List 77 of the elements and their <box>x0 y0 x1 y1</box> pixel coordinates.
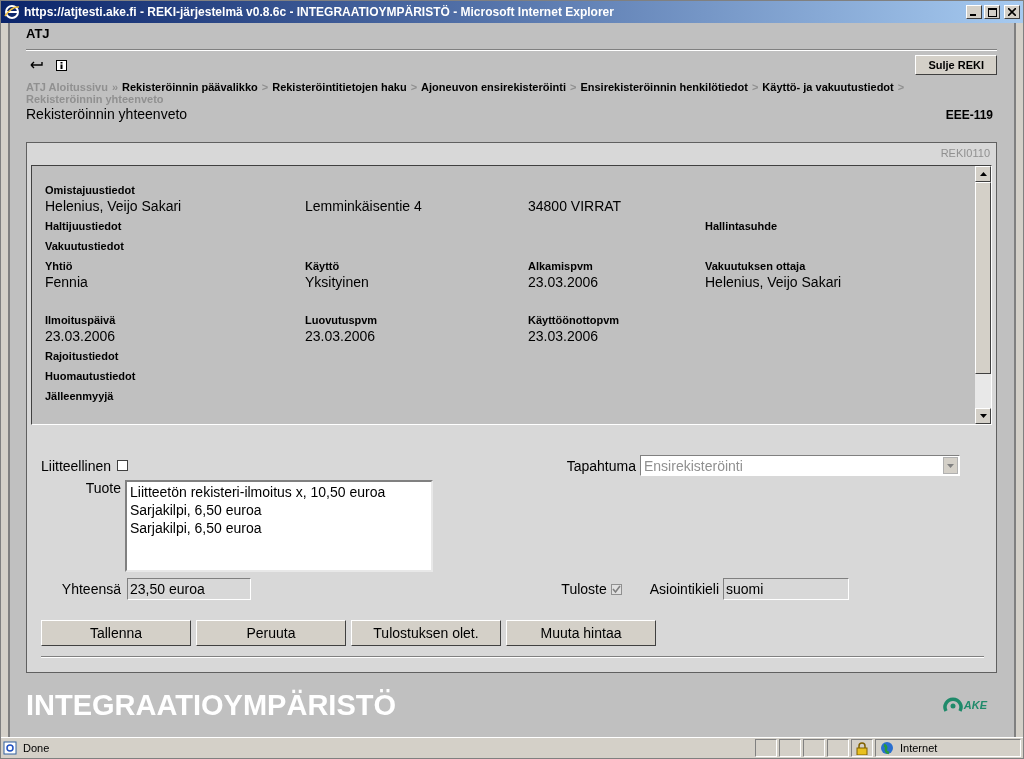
browser-icon <box>4 4 20 20</box>
zone-text: Internet <box>900 742 938 754</box>
section-label: Vakuutustiedot <box>45 240 124 252</box>
printout-label: Tuloste <box>561 581 607 597</box>
field-value: 23.03.2006 <box>528 328 599 344</box>
window-title: https://atjtesti.ake.fi - REKI-järjestelmä v0.8.6c - INTEGRAATIOYMPÄRISTÖ - Microsoft Internet Explorer <box>24 5 614 19</box>
section-label: Vakuutuksen ottaja <box>705 260 806 272</box>
product-label: Tuote <box>84 480 121 496</box>
section-label: Haltijuustiedot <box>45 220 122 232</box>
language-field: suomi <box>723 578 849 600</box>
field-value: 23.03.2006 <box>528 274 599 290</box>
breadcrumb-link[interactable]: Ajoneuvon ensirekisteröinti <box>421 81 566 93</box>
product-item[interactable]: Sarjakilpi, 6,50 euroa <box>130 519 428 537</box>
form-button[interactable]: Tallenna <box>41 620 191 646</box>
product-listbox[interactable]: Liitteetön rekisteri-ilmoitus x, 10,50 euroa Sarjakilpi, 6,50 euroa Sarjakilpi, 6,50 euroa <box>125 480 433 572</box>
language-label: Asiointikieli <box>649 581 719 597</box>
attachment-checkbox[interactable] <box>117 460 129 471</box>
info-icon[interactable] <box>56 59 67 71</box>
environment-title: INTEGRAATIOYMPÄRISTÖ <box>26 688 397 722</box>
section-label: Ilmoituspäivä <box>45 314 116 326</box>
breadcrumb-link[interactable]: Ensirekisteröinnin henkilötiedot <box>580 81 748 93</box>
event-label: Tapahtuma <box>566 457 636 474</box>
plate-number: EEE-119 <box>945 108 993 122</box>
field-value: 34800 VIRRAT <box>528 198 622 214</box>
field-value: Yksityinen <box>305 274 369 290</box>
section-label: Huomautustiedot <box>45 370 136 382</box>
maximize-icon <box>987 7 997 17</box>
product-item[interactable]: Sarjakilpi, 6,50 euroa <box>130 501 428 519</box>
lock-icon <box>856 741 868 755</box>
back-arrow-icon[interactable] <box>30 60 44 70</box>
logo-icon <box>942 696 963 714</box>
breadcrumb-link[interactable]: Käyttö- ja vakuutustiedot <box>762 81 894 93</box>
minimize-button[interactable] <box>966 5 982 19</box>
close-reki-button[interactable]: Sulje REKI <box>915 55 997 75</box>
breadcrumb-separator: > <box>897 81 905 93</box>
breadcrumb-separator: > <box>410 81 418 93</box>
status-text: Done <box>23 742 51 754</box>
field-value: Fennia <box>45 274 88 290</box>
product-item[interactable]: Liitteetön rekisteri-ilmoitus x, 10,50 euroa <box>130 483 428 501</box>
attachment-label: Liitteellinen <box>41 457 112 474</box>
total-label: Yhteensä <box>60 581 121 597</box>
section-label: Rajoitustiedot <box>45 350 119 362</box>
form-code: REKI0110 <box>940 147 990 159</box>
breadcrumb-separator: » <box>111 81 119 93</box>
app-label: ATJ <box>26 23 997 50</box>
section-label: Jälleenmyyjä <box>45 390 114 402</box>
form-button[interactable]: Muuta hintaa <box>506 620 656 646</box>
section-label: Käyttö <box>305 260 340 272</box>
page-icon <box>3 741 17 755</box>
section-label: Yhtiö <box>45 260 73 272</box>
field-value: 23.03.2006 <box>305 328 376 344</box>
section-label: Hallintasuhde <box>705 220 778 232</box>
up-arrow-icon[interactable] <box>979 172 987 176</box>
field-value: Helenius, Veijo Sakari <box>705 274 842 290</box>
close-button[interactable] <box>1004 5 1020 19</box>
breadcrumb-separator: > <box>751 81 759 93</box>
section-label: Luovutuspvm <box>305 314 378 326</box>
breadcrumb-link[interactable]: Rekisteröinnin päävalikko <box>122 81 258 93</box>
section-label: Käyttöönottopvm <box>528 314 620 326</box>
close-icon <box>1008 8 1016 16</box>
form-button[interactable]: Tulostuksen olet. <box>351 620 501 646</box>
field-value: Lemminkäisentie 4 <box>305 198 422 214</box>
breadcrumb-link[interactable]: Rekisteröintitietojen haku <box>272 81 407 93</box>
down-arrow-icon[interactable] <box>979 414 987 418</box>
total-field: 23,50 euroa <box>127 578 251 600</box>
breadcrumb-separator: > <box>261 81 269 93</box>
field-value: Helenius, Veijo Sakari <box>45 198 182 214</box>
scrollbar[interactable] <box>975 166 991 424</box>
section-label: Omistajuustiedot <box>45 184 135 196</box>
section-label: Alkamispvm <box>528 260 593 272</box>
form-button[interactable]: Peruuta <box>196 620 346 646</box>
globe-icon <box>880 741 894 755</box>
page-title: Rekisteröinnin yhteenveto <box>26 106 188 122</box>
maximize-button[interactable] <box>984 5 1000 19</box>
breadcrumb-separator: > <box>570 81 577 93</box>
logo-text: AKE <box>963 699 987 711</box>
field-value: 23.03.2006 <box>45 328 116 344</box>
